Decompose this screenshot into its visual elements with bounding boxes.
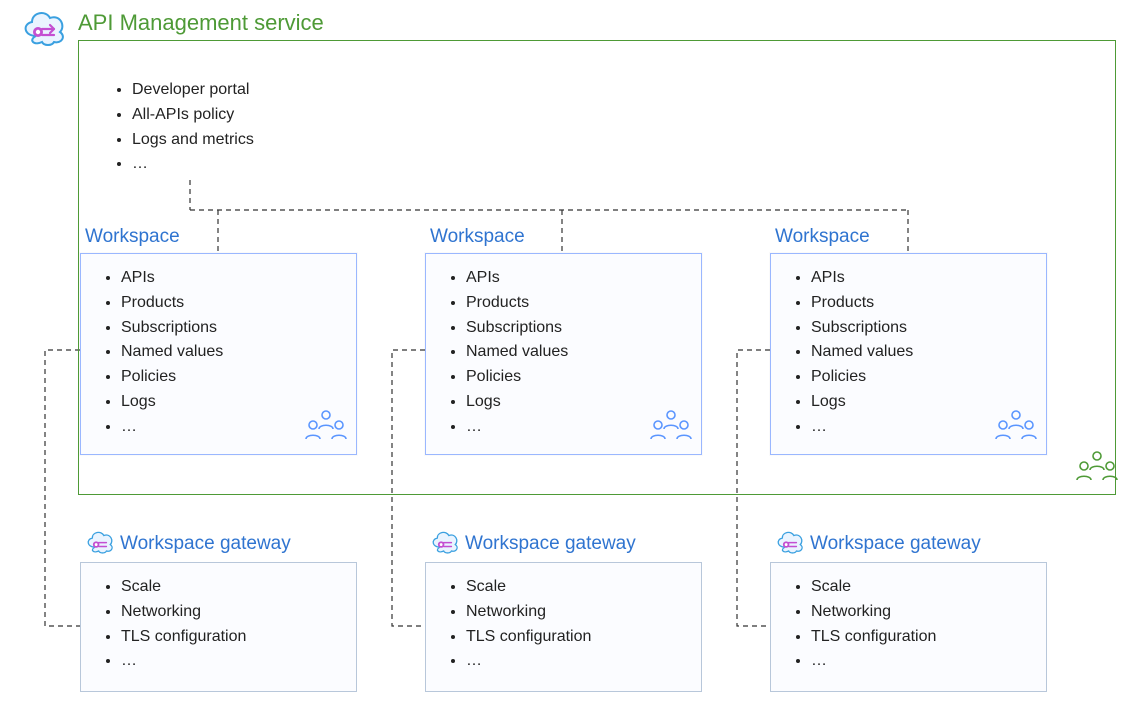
gateway-box: Scale Networking TLS configuration … — [770, 562, 1047, 692]
gateway-title: Workspace gateway — [810, 533, 981, 555]
workspace-item: Named values — [121, 340, 356, 365]
workspace-item: Policies — [811, 365, 1046, 390]
service-bullets: Developer portal All-APIs policy Logs an… — [108, 78, 254, 177]
workspace-item: Named values — [466, 340, 701, 365]
gateway-box: Scale Networking TLS configuration … — [425, 562, 702, 692]
users-icon — [994, 407, 1038, 448]
gateway-item: TLS configuration — [466, 625, 701, 650]
diagram-canvas: API Management service Developer portal … — [0, 0, 1133, 719]
workspace-item: Products — [811, 291, 1046, 316]
gateway-bullets: Scale Networking TLS configuration … — [81, 563, 356, 674]
gateway-title: Workspace gateway — [465, 533, 636, 555]
workspace-item: APIs — [811, 266, 1046, 291]
gateway-item: Networking — [466, 600, 701, 625]
gateway-item: Networking — [121, 600, 356, 625]
workspace-title: Workspace — [430, 226, 525, 248]
gateway-item: TLS configuration — [121, 625, 356, 650]
workspace-item: APIs — [121, 266, 356, 291]
gateway-icon — [427, 524, 463, 565]
workspace-item: APIs — [466, 266, 701, 291]
workspace-title: Workspace — [85, 226, 180, 248]
workspace-item: Products — [466, 291, 701, 316]
workspace-box: APIs Products Subscriptions Named values… — [80, 253, 357, 455]
gateway-item: Scale — [811, 575, 1046, 600]
workspace-item: Named values — [811, 340, 1046, 365]
gateway-item: … — [121, 649, 356, 674]
service-item: … — [132, 152, 254, 177]
gateway-bullets: Scale Networking TLS configuration … — [426, 563, 701, 674]
service-item: Developer portal — [132, 78, 254, 103]
workspace-item: Products — [121, 291, 356, 316]
gateway-item: Scale — [121, 575, 356, 600]
gateway-bullets: Scale Networking TLS configuration … — [771, 563, 1046, 674]
gateway-title: Workspace gateway — [120, 533, 291, 555]
users-icon — [649, 407, 693, 448]
workspace-item: Subscriptions — [466, 316, 701, 341]
gateway-icon — [772, 524, 808, 565]
workspace-box: APIs Products Subscriptions Named values… — [425, 253, 702, 455]
apim-service-icon — [16, 0, 72, 61]
service-item: Logs and metrics — [132, 128, 254, 153]
workspace-item: Policies — [121, 365, 356, 390]
gateway-box: Scale Networking TLS configuration … — [80, 562, 357, 692]
users-icon — [1075, 448, 1119, 489]
workspace-item: Subscriptions — [811, 316, 1046, 341]
service-title: API Management service — [78, 10, 324, 36]
gateway-icon — [82, 524, 118, 565]
service-item: All-APIs policy — [132, 103, 254, 128]
workspace-title: Workspace — [775, 226, 870, 248]
workspace-item: Subscriptions — [121, 316, 356, 341]
workspace-item: Policies — [466, 365, 701, 390]
gateway-item: Scale — [466, 575, 701, 600]
gateway-item: … — [466, 649, 701, 674]
gateway-item: Networking — [811, 600, 1046, 625]
gateway-item: TLS configuration — [811, 625, 1046, 650]
workspace-box: APIs Products Subscriptions Named values… — [770, 253, 1047, 455]
gateway-item: … — [811, 649, 1046, 674]
users-icon — [304, 407, 348, 448]
